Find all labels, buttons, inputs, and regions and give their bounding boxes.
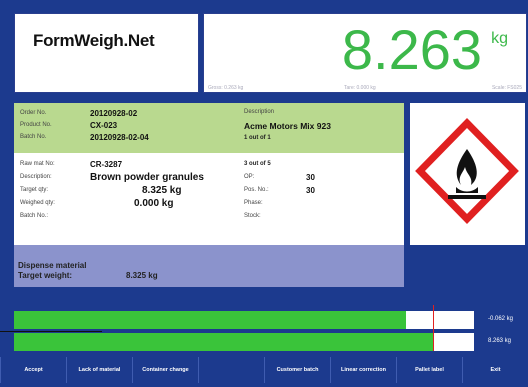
op-label: OP: [244, 174, 255, 180]
progress-bar-bottom [14, 333, 433, 351]
weight-display: 8.263 kg Gross: 0.263 kg Tare: 0.000 kg … [203, 13, 527, 93]
target-value: 8.325 kg [142, 185, 182, 196]
order-count: 1 out of 1 [244, 135, 271, 141]
weight-unit: kg [491, 30, 508, 47]
stock-label: Stock: [244, 213, 261, 219]
order-description: Acme Motors Mix 923 [244, 121, 331, 131]
accept-button[interactable]: Accept [0, 357, 66, 383]
linear-correction-button[interactable]: Linear correction [330, 357, 396, 383]
gross-readout: Gross: 0.263 kg [208, 85, 244, 91]
logo-text: FormWeigh.Net [33, 31, 155, 50]
lack-of-material-button[interactable]: Lack of material [66, 357, 132, 383]
exit-button[interactable]: Exit [462, 357, 528, 383]
batch-no: 20120928-02-04 [90, 133, 149, 142]
weighed-label: Weighed qty: [20, 200, 55, 206]
progress-bar-top [14, 311, 406, 329]
weighed-value: 0.000 kg [134, 198, 174, 209]
dispense-target-label: Target weight: [18, 271, 73, 280]
target-label: Target qty: [20, 187, 49, 193]
product-no-label: Product No. [20, 122, 52, 128]
container-change-button[interactable]: Container change [132, 357, 198, 383]
order-no: 20120928-02 [90, 109, 138, 118]
order-panel: Order No. 20120928-02 Product No. CX-023… [14, 103, 404, 153]
desc-label: Description: [20, 174, 52, 180]
tare-readout: Tare: 0.000 kg [344, 85, 376, 91]
batch-no-label: Batch No. [20, 134, 47, 140]
target-marker [433, 305, 434, 351]
pos-label: Pos. No.: [244, 187, 269, 193]
pallet-label-button[interactable]: Pallet label [396, 357, 462, 383]
scale-readout: Scale: FS025 [491, 85, 522, 91]
phase-label: Phase: [244, 200, 263, 206]
pos-value: 30 [306, 186, 315, 195]
weight-value: 8.263 [341, 18, 482, 81]
logo: FormWeigh.Net [14, 13, 199, 93]
raw-label: Raw mat No: [20, 161, 55, 167]
raw-value: CR-3287 [90, 160, 123, 169]
blank-button[interactable] [198, 357, 264, 383]
batch-label: Batch No.: [20, 213, 49, 219]
flammable-hazard-icon [415, 117, 519, 225]
pointer-line [0, 331, 102, 332]
description-label: Description [244, 109, 275, 115]
diff-readout: -0.062 kg [488, 316, 514, 322]
customer-batch-button[interactable]: Customer batch [264, 357, 330, 383]
dispense-target-value: 8.325 kg [126, 271, 158, 280]
order-no-label: Order No. [20, 110, 47, 116]
hazard-panel [410, 103, 525, 245]
desc-value: Brown powder granules [90, 172, 204, 183]
dispense-panel: Dispense material Target weight: 8.325 k… [14, 245, 404, 287]
material-count: 3 out of 5 [244, 161, 271, 167]
current-readout: 8.263 kg [488, 338, 512, 344]
dispense-title: Dispense material [18, 261, 87, 270]
product-no: CX-023 [90, 121, 118, 130]
op-value: 30 [306, 173, 315, 182]
material-panel: Raw mat No: CR-3287 Description: Brown p… [14, 153, 404, 245]
